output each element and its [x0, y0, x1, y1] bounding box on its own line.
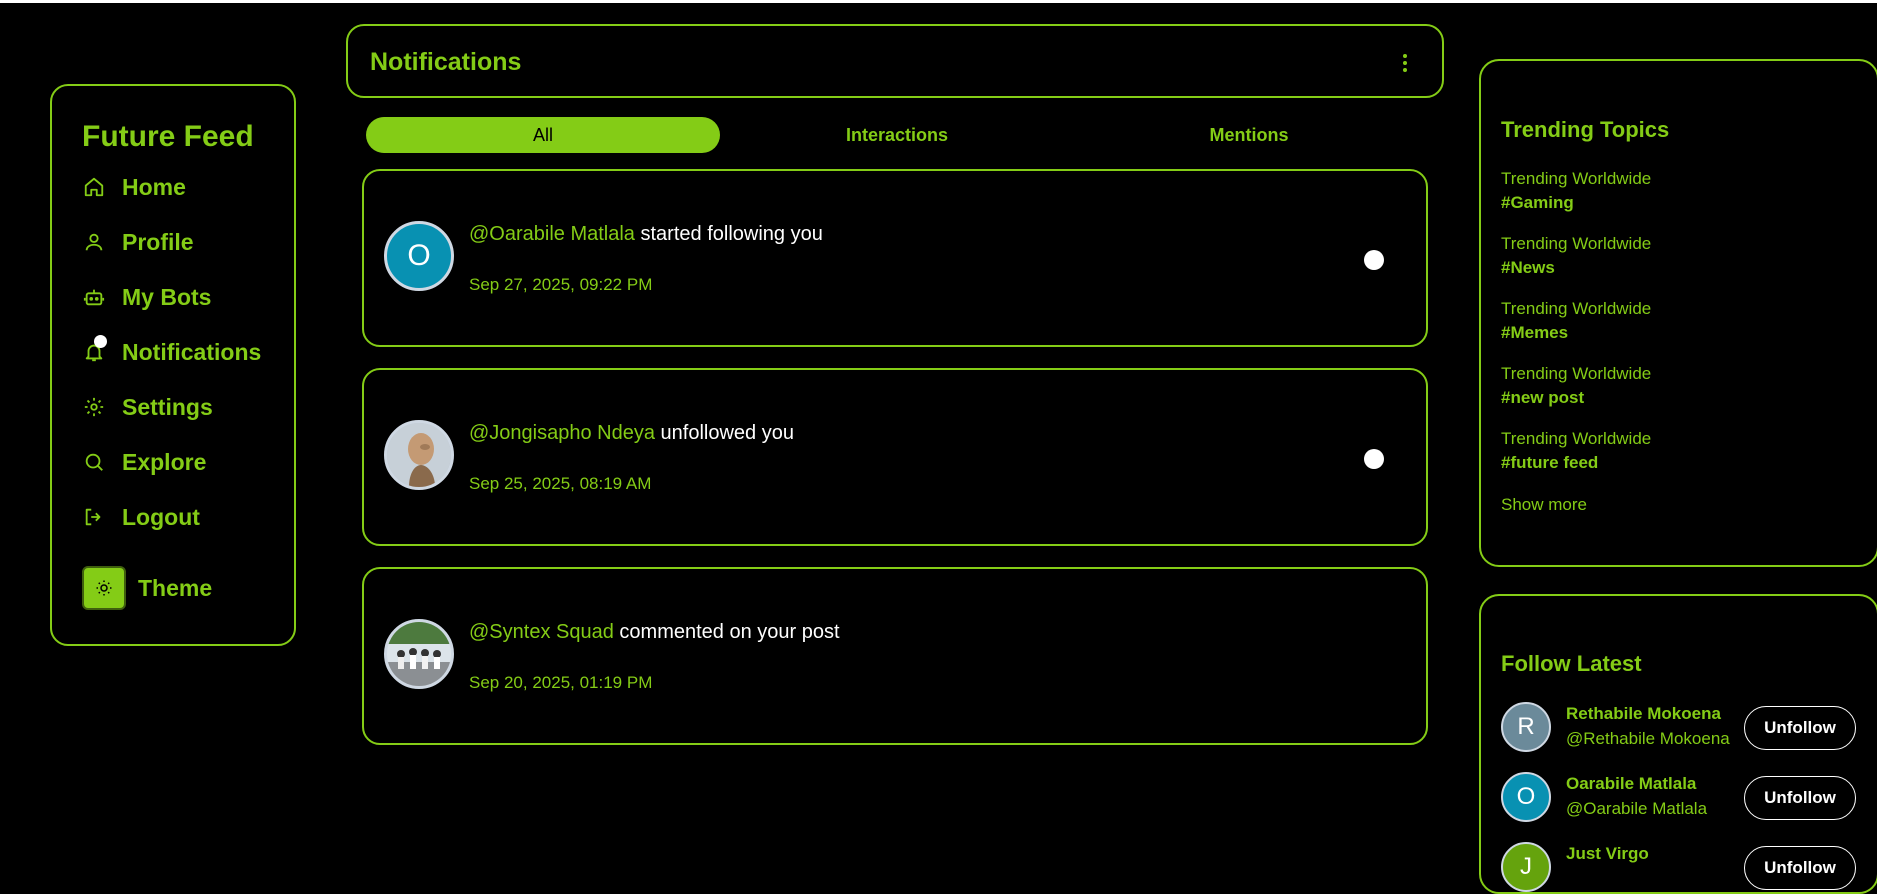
notification-message: @Oarabile Matlala started following you [469, 223, 823, 246]
avatar: O [1501, 772, 1551, 822]
tab-interactions[interactable]: Interactions [720, 117, 1074, 153]
follow-user-name[interactable]: Rethabile Mokoena [1566, 704, 1721, 724]
notification-user-link[interactable]: @Jongisapho Ndeya [469, 422, 655, 444]
theme-label: Theme [138, 574, 213, 601]
avatar: O [384, 221, 454, 291]
trending-tag: #future feed [1501, 453, 1599, 472]
notification-user-link[interactable]: @Oarabile Matlala [469, 223, 635, 245]
sidebar-item-explore[interactable]: Explore [82, 444, 206, 480]
notification-time: Sep 25, 2025, 08:19 AM [469, 474, 652, 493]
notification-action: unfollowed you [660, 422, 794, 444]
trending-title: Trending Topics [1501, 117, 1670, 142]
sidebar-item-logout[interactable]: Logout [82, 499, 200, 535]
avatar-photo [387, 423, 451, 487]
notifications-header: Notifications [346, 24, 1444, 98]
unfollow-button[interactable]: Unfollow [1744, 846, 1856, 890]
avatar [384, 619, 454, 689]
trending-tag: #News [1501, 258, 1555, 277]
follow-user-handle: @Rethabile Mokoena [1566, 729, 1730, 748]
user-icon [82, 230, 106, 254]
home-icon [82, 175, 106, 199]
notification-card[interactable]: @Jongisapho Ndeya unfollowed you Sep 25,… [362, 368, 1428, 546]
brand-logo: Future Feed [82, 120, 254, 153]
sidebar-item-label: Settings [122, 393, 213, 420]
top-border [0, 0, 1877, 3]
sidebar-item-label: Logout [122, 503, 200, 530]
trending-tag: #Memes [1501, 323, 1569, 342]
trending-item[interactable]: Trending Worldwide #Gaming [1501, 169, 1651, 213]
bot-icon [82, 285, 106, 309]
sidebar-item-notifications[interactable]: Notifications [82, 334, 261, 370]
theme-button[interactable] [82, 566, 126, 610]
avatar: R [1501, 702, 1551, 752]
sidebar-item-label: Home [122, 173, 186, 200]
sidebar-item-profile[interactable]: Profile [82, 224, 194, 260]
trending-subtitle: Trending Worldwide [1501, 299, 1652, 318]
notification-card[interactable]: @Syntex Squad commented on your post Sep… [362, 567, 1428, 745]
sidebar-item-label: My Bots [122, 283, 212, 310]
trending-tag: #Gaming [1501, 193, 1574, 212]
unread-indicator [1364, 250, 1384, 270]
search-icon [82, 450, 106, 474]
follow-user-handle: @Oarabile Matlala [1566, 799, 1708, 818]
trending-item[interactable]: Trending Worldwide #new post [1501, 364, 1651, 408]
more-options-icon[interactable] [1402, 54, 1408, 72]
gear-icon [82, 395, 106, 419]
sidebar: Future Feed Home Profile My Bots Notific… [50, 84, 296, 646]
sun-icon [96, 580, 112, 596]
notification-message: @Syntex Squad commented on your post [469, 621, 840, 644]
tab-mentions[interactable]: Mentions [1072, 117, 1426, 153]
trending-item[interactable]: Trending Worldwide #News [1501, 234, 1651, 278]
avatar [384, 420, 454, 490]
trending-subtitle: Trending Worldwide [1501, 234, 1652, 253]
notification-time: Sep 27, 2025, 09:22 PM [469, 275, 653, 294]
trending-topics-panel: Trending Topics Trending Worldwide #Gami… [1479, 59, 1877, 567]
trending-item[interactable]: Trending Worldwide #Memes [1501, 299, 1651, 343]
avatar: J [1501, 842, 1551, 892]
follow-user-name[interactable]: Just Virgo [1566, 844, 1649, 864]
unfollow-button[interactable]: Unfollow [1744, 776, 1856, 820]
notification-card[interactable]: O @Oarabile Matlala started following yo… [362, 169, 1428, 347]
trending-tag: #new post [1501, 388, 1585, 407]
follow-user-name[interactable]: Oarabile Matlala [1566, 774, 1696, 794]
notification-action: commented on your post [619, 621, 840, 643]
sidebar-item-label: Profile [122, 228, 194, 255]
notification-time: Sep 20, 2025, 01:19 PM [469, 673, 653, 692]
bell-icon [82, 335, 107, 364]
show-more-link[interactable]: Show more [1501, 495, 1587, 515]
page-title: Notifications [370, 48, 522, 76]
notification-dot [94, 335, 107, 348]
unfollow-button[interactable]: Unfollow [1744, 706, 1856, 750]
sidebar-item-label: Explore [122, 448, 207, 475]
trending-subtitle: Trending Worldwide [1501, 364, 1652, 383]
trending-subtitle: Trending Worldwide [1501, 169, 1652, 188]
trending-subtitle: Trending Worldwide [1501, 429, 1652, 448]
trending-item[interactable]: Trending Worldwide #future feed [1501, 429, 1651, 473]
logout-icon [82, 505, 106, 529]
follow-title: Follow Latest [1501, 651, 1642, 676]
avatar-photo [387, 622, 451, 686]
sidebar-item-home[interactable]: Home [82, 169, 186, 205]
theme-toggle[interactable]: Theme [82, 566, 213, 610]
tab-all[interactable]: All [366, 117, 720, 153]
notification-message: @Jongisapho Ndeya unfollowed you [469, 422, 794, 445]
notification-action: started following you [640, 223, 823, 245]
notification-user-link[interactable]: @Syntex Squad [469, 621, 614, 643]
sidebar-item-settings[interactable]: Settings [82, 389, 213, 425]
sidebar-item-label: Notifications [122, 338, 262, 365]
unread-indicator [1364, 449, 1384, 469]
sidebar-item-my-bots[interactable]: My Bots [82, 279, 211, 315]
follow-latest-panel: Follow Latest R Rethabile Mokoena @Retha… [1479, 594, 1877, 894]
